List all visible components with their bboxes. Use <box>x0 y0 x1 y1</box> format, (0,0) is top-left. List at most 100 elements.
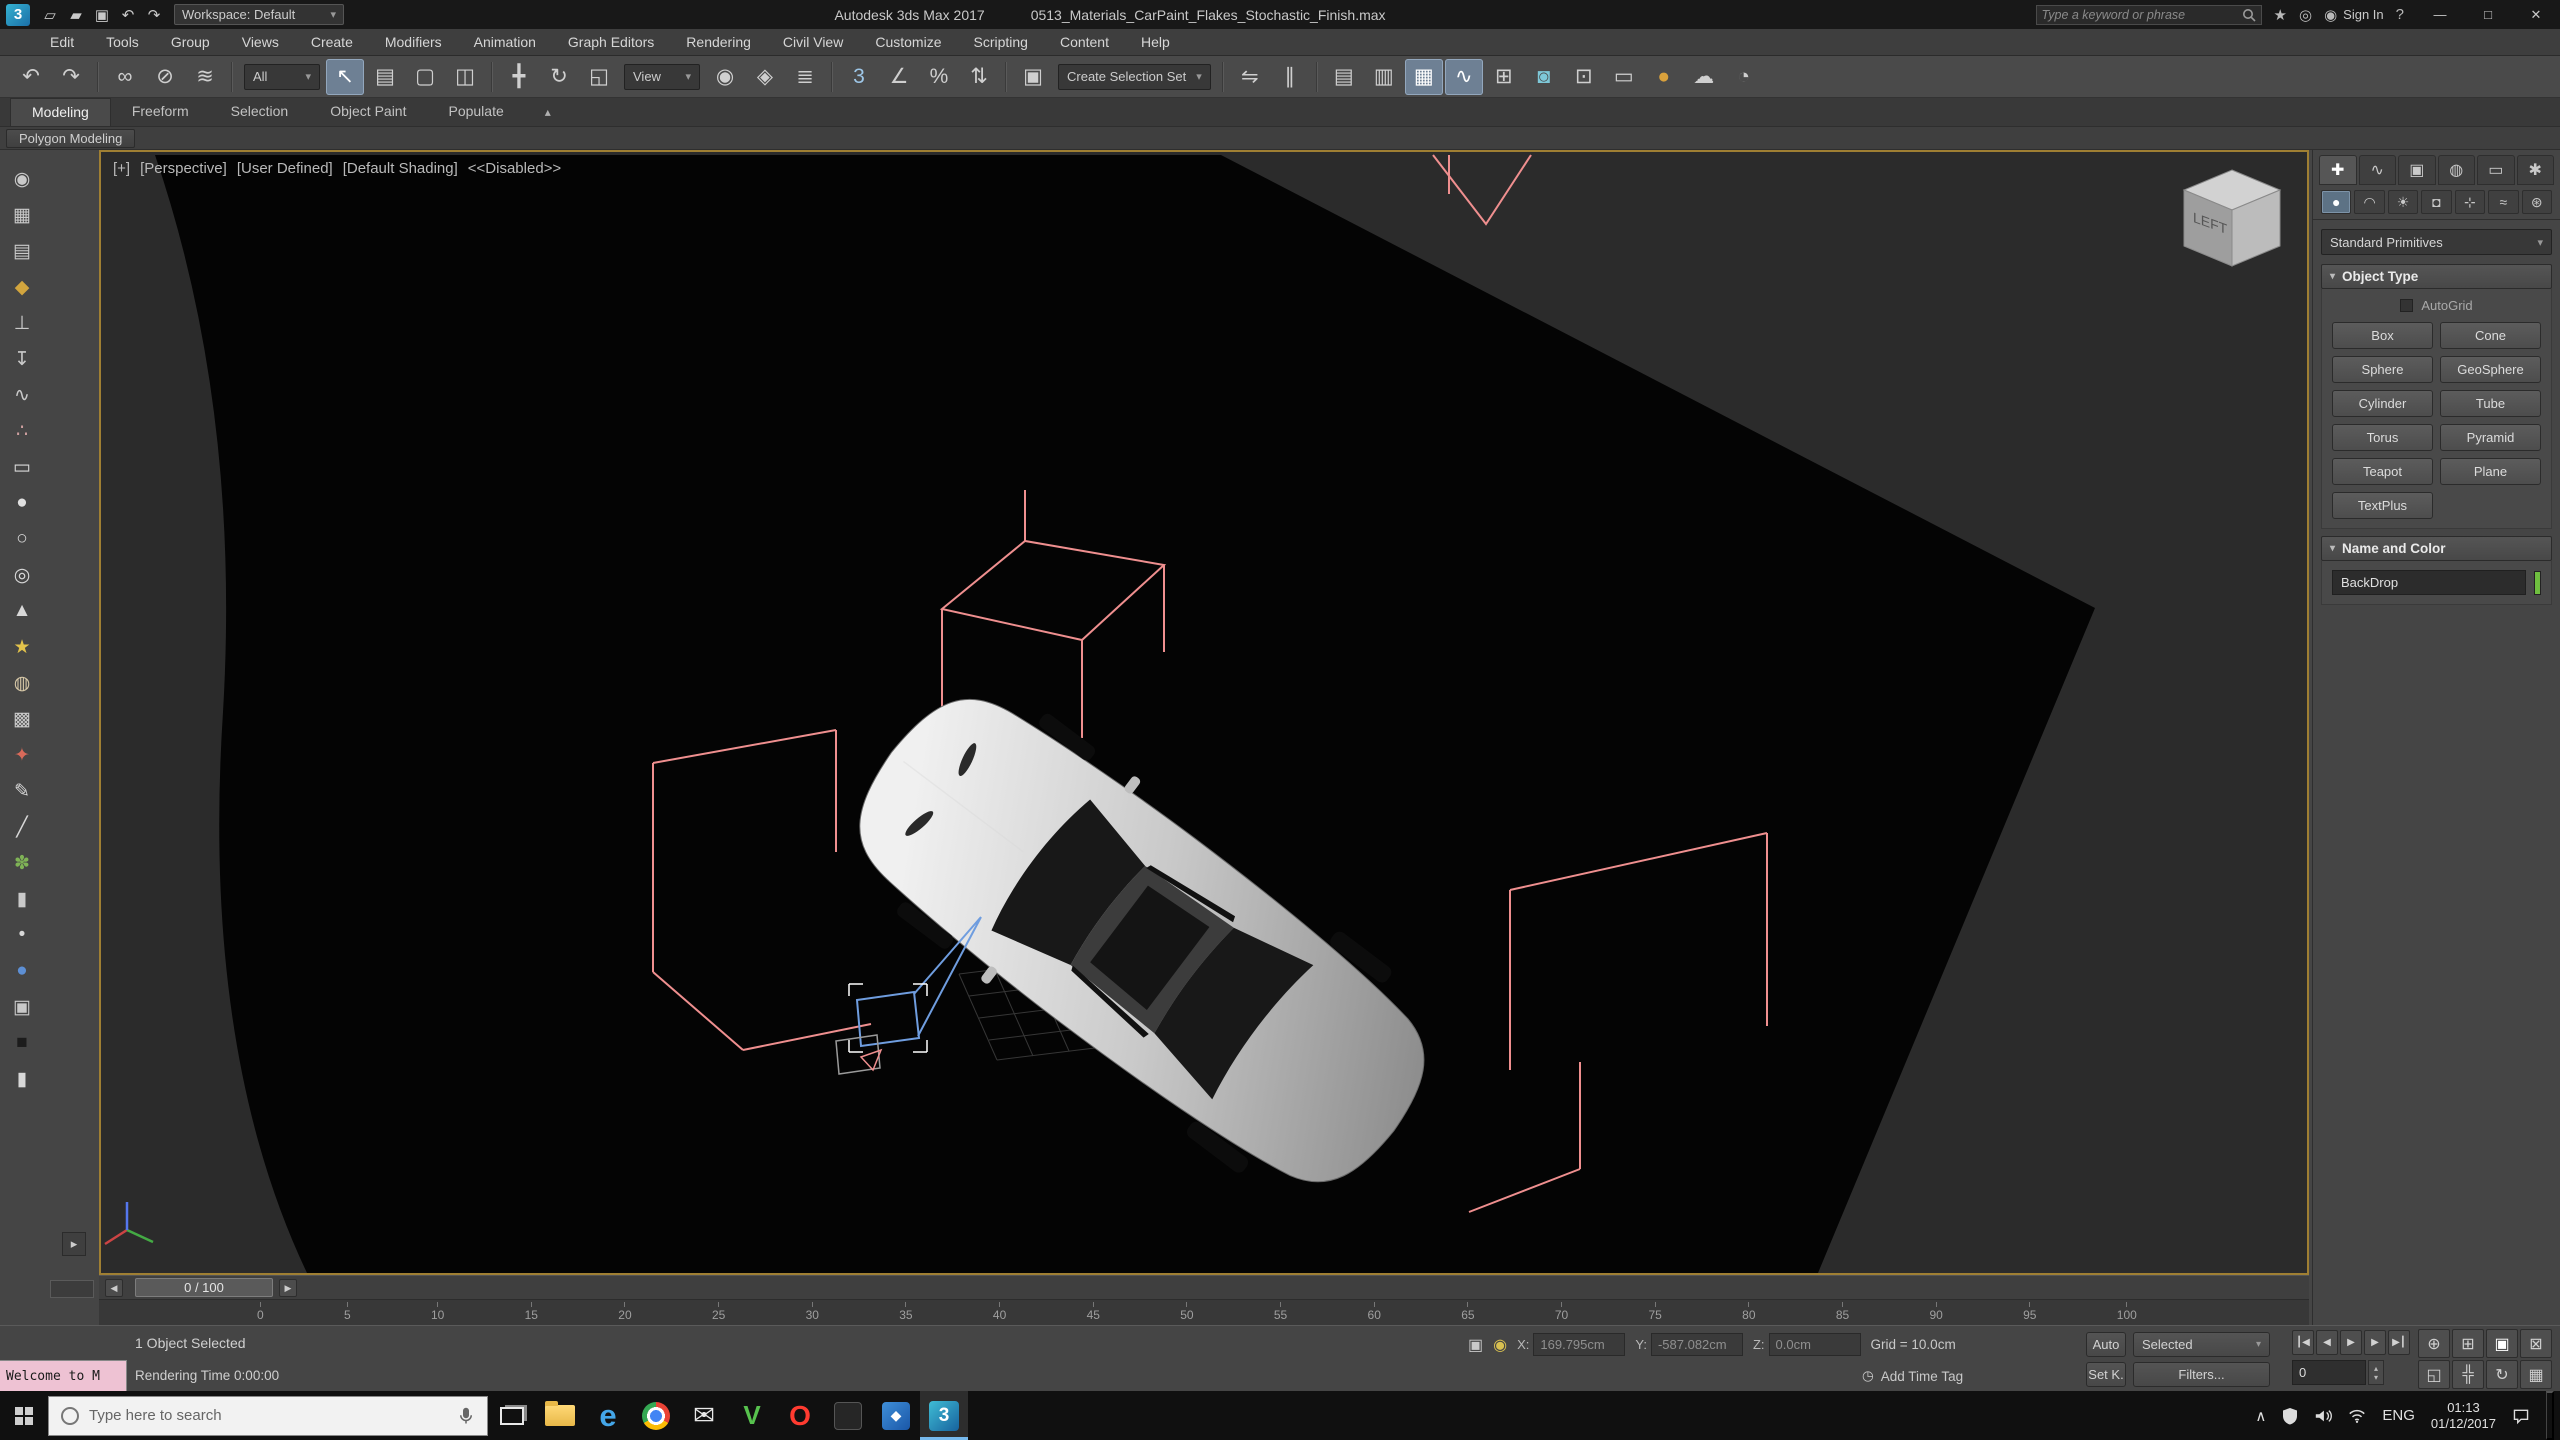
object-color-swatch[interactable] <box>2534 571 2541 595</box>
create-tab[interactable]: ✚ <box>2319 155 2357 185</box>
material-editor-icon[interactable]: ◙ <box>1525 59 1563 95</box>
boxes-icon[interactable]: ▣ <box>5 990 39 1024</box>
zoom-all-icon[interactable]: ⊞ <box>2452 1329 2484 1358</box>
rectangle-icon[interactable]: ▭ <box>5 450 39 484</box>
menu-item[interactable]: Views <box>226 29 295 55</box>
menu-item[interactable]: Rendering <box>670 29 767 55</box>
light-gizmo-back[interactable] <box>1433 155 1531 224</box>
spray-icon[interactable]: ✦ <box>5 738 39 772</box>
pan-icon[interactable]: ╬ <box>2452 1360 2484 1389</box>
menu-item[interactable]: Create <box>295 29 369 55</box>
object-type-button[interactable]: Teapot <box>2332 458 2433 485</box>
separator[interactable] <box>831 62 833 92</box>
save-file-icon[interactable]: ▣ <box>90 4 114 26</box>
cameras-subtab[interactable]: ◘ <box>2421 190 2451 214</box>
circle-icon[interactable]: ○ <box>5 522 39 556</box>
add-time-tag[interactable]: ◷ Add Time Tag <box>1862 1368 1963 1384</box>
select-by-name-icon[interactable]: ▤ <box>366 59 404 95</box>
isolate-selection-icon[interactable]: ▣ <box>1468 1335 1483 1355</box>
view-cube[interactable]: LEFT <box>2177 166 2287 276</box>
next-frame-arrow[interactable]: ▶ <box>279 1279 297 1297</box>
autogrid-checkbox[interactable]: AutoGrid <box>2332 298 2541 313</box>
search-icon[interactable] <box>2242 8 2256 22</box>
taskbar-blue-app-icon[interactable]: ◆ <box>872 1391 920 1440</box>
systems-subtab[interactable]: ⊛ <box>2522 190 2552 214</box>
checker-icon[interactable]: ▩ <box>5 702 39 736</box>
menu-item[interactable]: Graph Editors <box>552 29 670 55</box>
select-and-move-icon[interactable]: ╋ <box>500 59 538 95</box>
minimize-button[interactable]: — <box>2416 0 2464 29</box>
object-type-rollout-header[interactable]: ▾ Object Type <box>2321 264 2552 289</box>
next-frame-button[interactable]: ▶ <box>2364 1330 2386 1355</box>
window-crossing-icon[interactable]: ◫ <box>446 59 484 95</box>
rectangular-selection-icon[interactable]: ▢ <box>406 59 444 95</box>
open-file-icon[interactable]: ▰ <box>64 4 88 26</box>
separator[interactable] <box>491 62 493 92</box>
scene-explorer-icon[interactable]: ▤ <box>1325 59 1363 95</box>
dot-icon[interactable]: • <box>5 918 39 952</box>
current-frame-field[interactable]: 0 <box>2292 1360 2366 1385</box>
menu-item[interactable]: Animation <box>458 29 552 55</box>
spinner-snap-icon[interactable]: ⇅ <box>960 59 998 95</box>
start-button[interactable] <box>0 1391 48 1440</box>
separator[interactable] <box>231 62 233 92</box>
hammer-icon[interactable]: ⊥ <box>5 306 39 340</box>
select-object-icon[interactable]: ↖ <box>326 59 364 95</box>
foliage-icon[interactable]: ✽ <box>5 846 39 880</box>
zoom-extents-icon[interactable]: ▣ <box>2486 1329 2518 1358</box>
viewport-pov-menu[interactable]: [Perspective] <box>140 160 227 177</box>
undo-icon[interactable]: ↶ <box>116 4 140 26</box>
star-icon[interactable]: ★ <box>5 630 39 664</box>
backdrop-object[interactable] <box>155 155 2095 1273</box>
use-pivot-center-icon[interactable]: ◉ <box>706 59 744 95</box>
previous-frame-arrow[interactable]: ◀ <box>105 1279 123 1297</box>
hidden-icons-chevron[interactable]: ∧ <box>2255 1407 2266 1425</box>
brush-icon[interactable]: ▮ <box>5 882 39 916</box>
keyword-search[interactable] <box>2036 5 2262 25</box>
taskbar-search-input[interactable] <box>89 1407 447 1424</box>
angle-snap-icon[interactable]: ∠ <box>880 59 918 95</box>
keyboard-override-icon[interactable]: ≣ <box>786 59 824 95</box>
close-button[interactable]: ✕ <box>2512 0 2560 29</box>
menu-item[interactable]: Civil View <box>767 29 859 55</box>
action-center-icon[interactable] <box>2512 1407 2530 1425</box>
taskbar-edge-icon[interactable]: e <box>584 1391 632 1440</box>
selection-filter-dropdown[interactable]: All <box>244 64 320 90</box>
render-in-cloud-icon[interactable]: ☁ <box>1685 59 1723 95</box>
hierarchy-tab[interactable]: ▣ <box>2398 155 2436 185</box>
menu-item[interactable]: Content <box>1044 29 1125 55</box>
object-type-button[interactable]: TextPlus <box>2332 492 2433 519</box>
shapes-subtab[interactable]: ◠ <box>2354 190 2384 214</box>
teapot-icon[interactable]: ◆ <box>5 270 39 304</box>
edit-selection-sets-icon[interactable]: ▣ <box>1014 59 1052 95</box>
taskbar-mail-icon[interactable]: ✉ <box>680 1391 728 1440</box>
selection-lock-icon[interactable]: ◉ <box>1493 1335 1507 1355</box>
viewport-shading-menu[interactable]: [Default Shading] <box>343 160 458 177</box>
frame-spinner[interactable]: ▴▾ <box>2368 1360 2384 1385</box>
dark-box-icon[interactable]: ■ <box>5 1026 39 1060</box>
help-icon[interactable]: ? <box>2396 6 2404 23</box>
curve-editor-icon[interactable]: ∿ <box>1445 59 1483 95</box>
key-filters-button[interactable]: Filters... <box>2133 1362 2270 1387</box>
maxscript-mini-listener[interactable]: Welcome to M <box>0 1360 127 1392</box>
object-name-input[interactable] <box>2332 570 2526 595</box>
polygon-modeling-panel[interactable]: Polygon Modeling <box>6 129 135 148</box>
taskbar-clock[interactable]: 01:13 01/12/2017 <box>2431 1400 2496 1432</box>
redo-icon[interactable]: ↷ <box>142 4 166 26</box>
taskbar-3dsmax-icon[interactable]: 3 <box>920 1391 968 1440</box>
taskbar-opera-icon[interactable]: O <box>776 1391 824 1440</box>
percent-snap-icon[interactable]: % <box>920 59 958 95</box>
separator[interactable] <box>97 62 99 92</box>
menu-item[interactable]: Tools <box>90 29 155 55</box>
mini-curve-editor-button[interactable] <box>50 1280 94 1298</box>
object-type-button[interactable]: Box <box>2332 322 2433 349</box>
select-and-rotate-icon[interactable]: ↻ <box>540 59 578 95</box>
object-type-button[interactable]: Pyramid <box>2440 424 2541 451</box>
ribbon-minimize-icon[interactable]: ▴ <box>537 99 559 126</box>
taskbar-file-explorer-icon[interactable] <box>536 1391 584 1440</box>
orbit-icon[interactable]: ↻ <box>2486 1360 2518 1389</box>
goto-start-button[interactable]: ┃◀ <box>2292 1330 2314 1355</box>
time-slider-handle[interactable]: 0 / 100 <box>135 1278 273 1297</box>
object-type-button[interactable]: Sphere <box>2332 356 2433 383</box>
network-icon[interactable] <box>2348 1408 2366 1423</box>
